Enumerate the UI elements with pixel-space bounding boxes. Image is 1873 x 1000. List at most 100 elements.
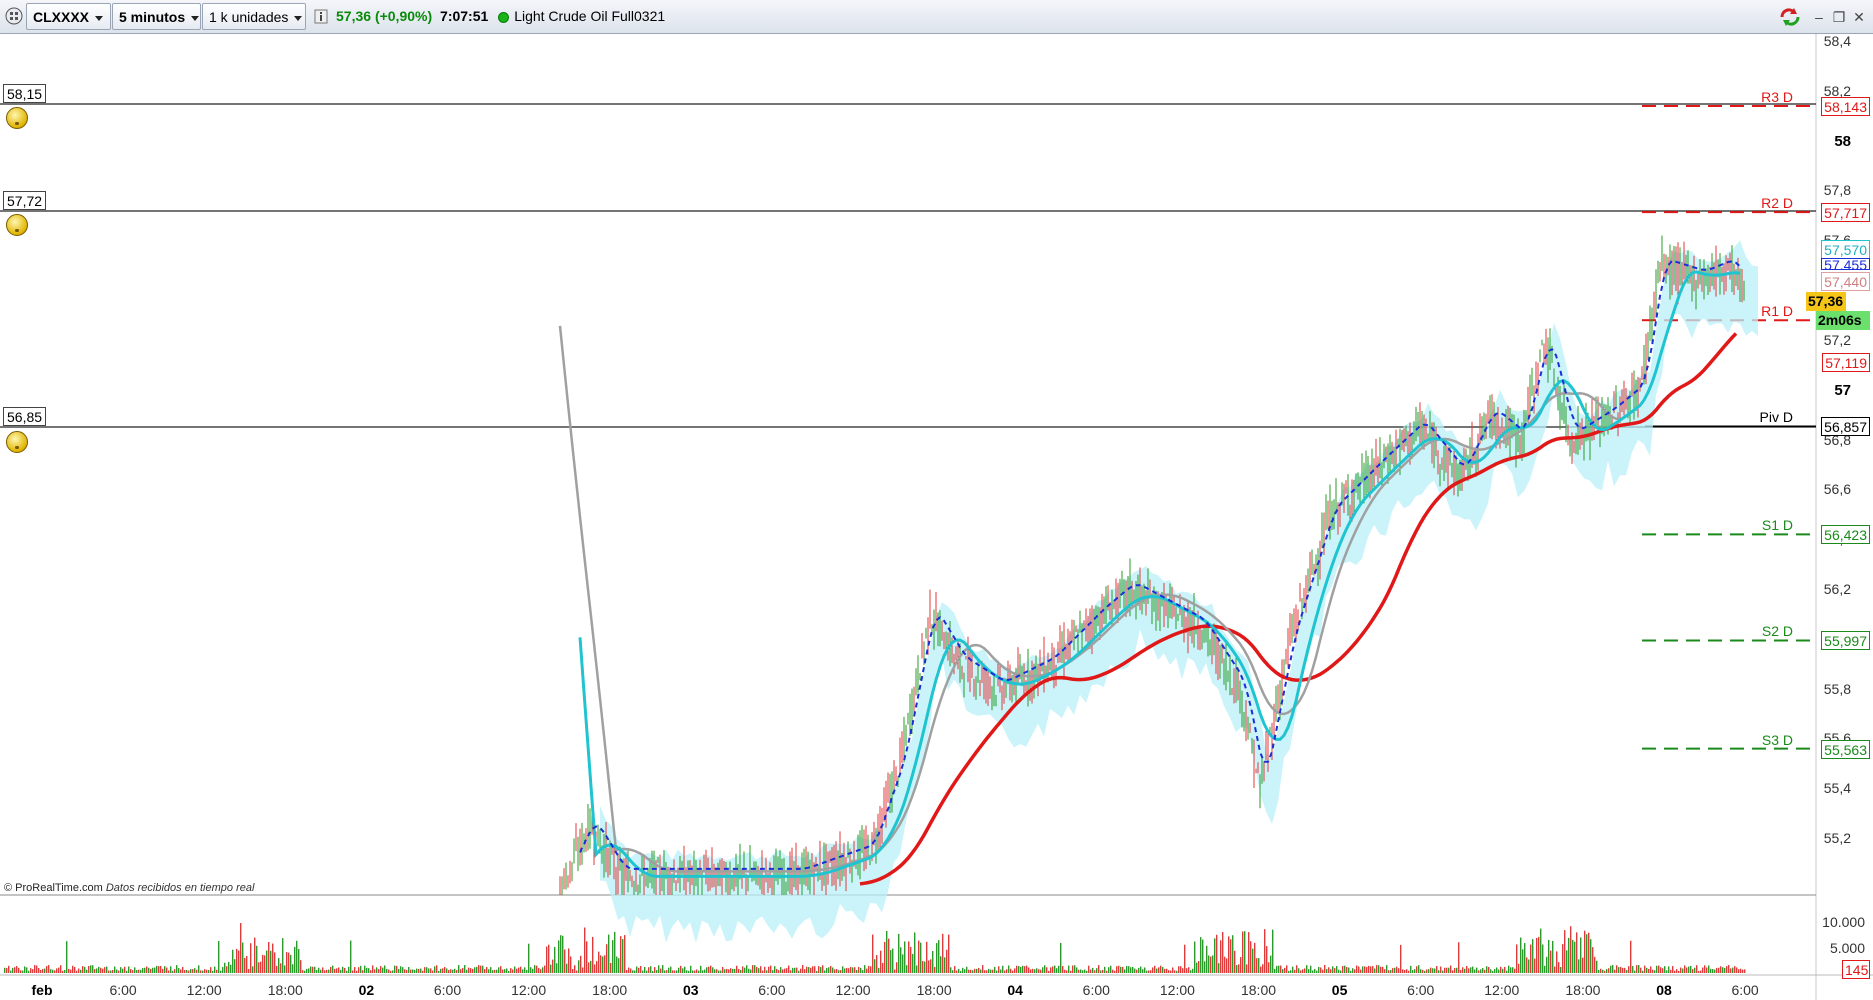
volume-bar (654, 967, 656, 973)
volume-bar (106, 966, 108, 973)
volume-bar (6, 968, 8, 973)
volume-bar (798, 970, 800, 973)
volume-bar (528, 943, 530, 973)
volume-bar (224, 962, 226, 973)
volume-bar (1644, 965, 1646, 973)
volume-bar (1354, 969, 1356, 973)
volume-bar (1300, 970, 1302, 973)
volume-bar (10, 970, 12, 973)
volume-bar (210, 967, 212, 973)
volume-bar (1048, 970, 1050, 973)
volume-bar (66, 941, 68, 973)
volume-bar (472, 968, 474, 973)
volume-bar (984, 970, 986, 973)
volume-bar (190, 969, 192, 973)
volume-bar (704, 969, 706, 973)
volume-bar (32, 969, 34, 973)
volume-bar (1688, 966, 1690, 973)
volume-bar (312, 966, 314, 973)
volume-bar (1250, 941, 1252, 973)
volume-bar (202, 970, 204, 973)
volume-bar (1044, 965, 1046, 973)
volume-bar (618, 958, 620, 973)
volume-bar (354, 967, 356, 973)
volume-bar (730, 968, 732, 973)
volume-bars (4, 923, 1746, 973)
volume-bar (1208, 955, 1210, 973)
volume-bar (482, 965, 484, 973)
volume-bar (1604, 970, 1606, 973)
volume-bar (842, 966, 844, 973)
volume-bar (1174, 970, 1176, 973)
volume-bar (1690, 965, 1692, 973)
volume-bar (546, 946, 548, 973)
volume-bar (1448, 967, 1450, 973)
bell-icon[interactable] (6, 107, 28, 129)
volume-bar (432, 970, 434, 973)
volume-bar (96, 968, 98, 973)
time-axis-label: 08 (1656, 982, 1672, 998)
volume-bar (1510, 967, 1512, 973)
volume-bar (1672, 966, 1674, 973)
volume-bar (1076, 967, 1078, 973)
volume-bar (684, 966, 686, 973)
volume-bar (820, 967, 822, 973)
volume-bar (1308, 969, 1310, 973)
refresh-icon[interactable] (1778, 8, 1804, 26)
volume-bar (674, 970, 676, 973)
volume-bar (1714, 969, 1716, 973)
volume-bar (254, 937, 256, 973)
volume-bar (1074, 965, 1076, 973)
last-price: 57,36 (336, 8, 372, 24)
volume-bar (1406, 969, 1408, 973)
grid-icon[interactable] (4, 3, 26, 30)
volume-bar (766, 970, 768, 973)
volume-bar (676, 970, 678, 973)
cloud-tag: 57,440 (1821, 272, 1870, 291)
chevron-down-icon (191, 15, 200, 21)
close-icon[interactable]: ✕ (1850, 8, 1868, 26)
volume-bar (220, 970, 222, 973)
volume-bar (508, 970, 510, 973)
alert-level-label[interactable]: 58,15 (3, 84, 47, 103)
interval-selector[interactable]: 5 minutos (112, 3, 201, 30)
volume-bar (914, 932, 916, 973)
volume-bar (550, 964, 552, 973)
volume-bar (988, 968, 990, 973)
volume-bar (158, 966, 160, 973)
bell-icon[interactable] (6, 214, 28, 236)
volume-bar (1466, 965, 1468, 973)
volume-bar (752, 965, 754, 973)
volume-bar (616, 956, 618, 973)
volume-bar (454, 968, 456, 973)
restore-icon[interactable]: ❐ (1830, 8, 1848, 26)
volume-bar (290, 954, 292, 973)
volume-bar (1296, 965, 1298, 973)
bell-icon[interactable] (6, 431, 28, 453)
units-selector[interactable]: 1 k unidades (202, 3, 306, 30)
volume-bar (1096, 968, 1098, 973)
alert-level-label[interactable]: 57,72 (3, 191, 47, 210)
volume-bar (176, 965, 178, 973)
volume-bar (74, 967, 76, 973)
volume-bar (652, 970, 654, 973)
symbol-selector[interactable]: CLXXXX (26, 3, 111, 30)
gray-line (558, 325, 1621, 873)
volume-bar (20, 970, 22, 973)
volume-bar (1546, 956, 1548, 973)
volume-bar (956, 970, 958, 973)
time-axis-label: 18:00 (267, 982, 303, 998)
alert-level-label[interactable]: 56,85 (3, 407, 47, 426)
volume-bar (824, 970, 826, 973)
cloud-area (600, 240, 1758, 944)
volume-bar (1062, 966, 1064, 973)
countdown-tag: 2m06s (1816, 311, 1870, 330)
volume-bar (330, 967, 332, 973)
volume-bar (578, 960, 580, 973)
minimize-icon[interactable]: – (1810, 8, 1828, 26)
price-chart[interactable] (0, 34, 1873, 1000)
volume-bar (492, 970, 494, 973)
info-icon[interactable] (314, 3, 330, 30)
volume-bar (1602, 969, 1604, 973)
volume-bar (934, 966, 936, 973)
